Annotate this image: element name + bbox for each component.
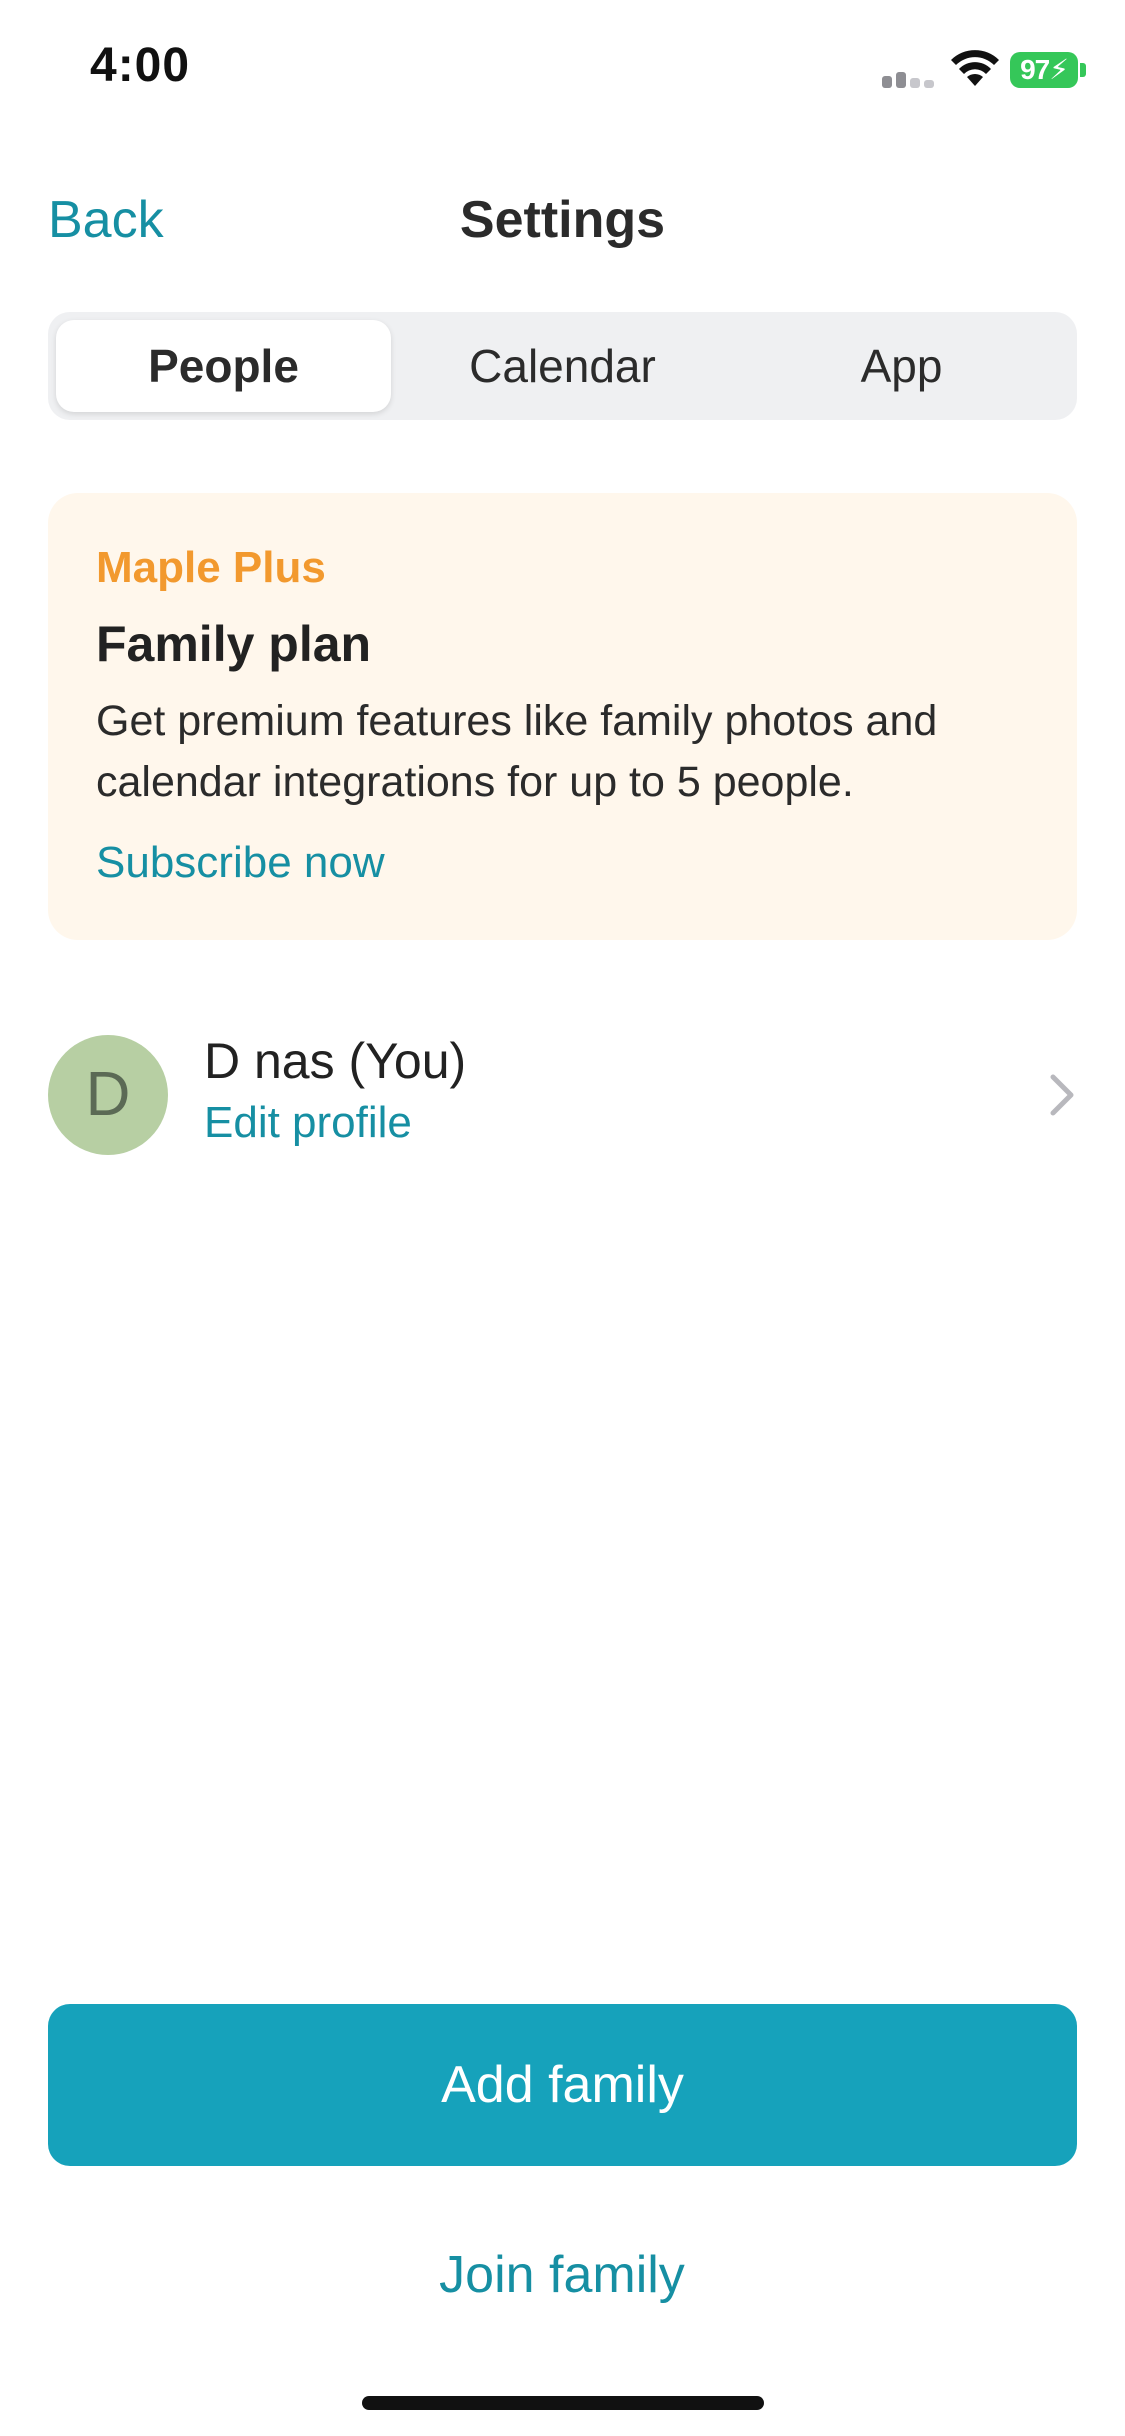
chevron-right-icon (1050, 1074, 1074, 1116)
wifi-icon (951, 50, 999, 86)
tab-calendar[interactable]: Calendar (395, 320, 730, 412)
tab-app[interactable]: App (734, 320, 1069, 412)
charging-bolt-icon: ⚡ (1049, 54, 1069, 85)
promo-title: Family plan (96, 616, 372, 672)
join-family-button[interactable]: Join family (312, 2230, 812, 2320)
home-indicator (362, 2396, 764, 2410)
back-button[interactable]: Back (48, 190, 164, 250)
profile-row[interactable]: D D nas (You) Edit profile (48, 1030, 1077, 1160)
promo-description: Get premium features like family photos … (96, 697, 938, 806)
tab-people[interactable]: People (56, 320, 391, 412)
promo-eyebrow: Maple Plus (96, 543, 326, 592)
add-family-button[interactable]: Add family (48, 2004, 1077, 2166)
subscribe-now-link[interactable]: Subscribe now (96, 838, 385, 888)
battery-cap (1080, 63, 1086, 77)
edit-profile-link[interactable]: Edit profile (204, 1098, 412, 1148)
avatar: D (48, 1035, 168, 1155)
profile-name: D nas (You) (204, 1033, 467, 1089)
maple-plus-promo-card: Maple Plus Family plan Get premium featu… (48, 493, 1077, 940)
status-bar: 4:00 97⚡ (0, 0, 1125, 140)
status-time: 4:00 (90, 39, 191, 92)
cellular-signal-icon (882, 68, 938, 88)
page-title: Settings (459, 191, 666, 249)
battery-level: 97 (1020, 54, 1050, 85)
battery-charging-icon: 97⚡ (1010, 52, 1078, 88)
settings-tabs: People Calendar App (48, 312, 1077, 420)
